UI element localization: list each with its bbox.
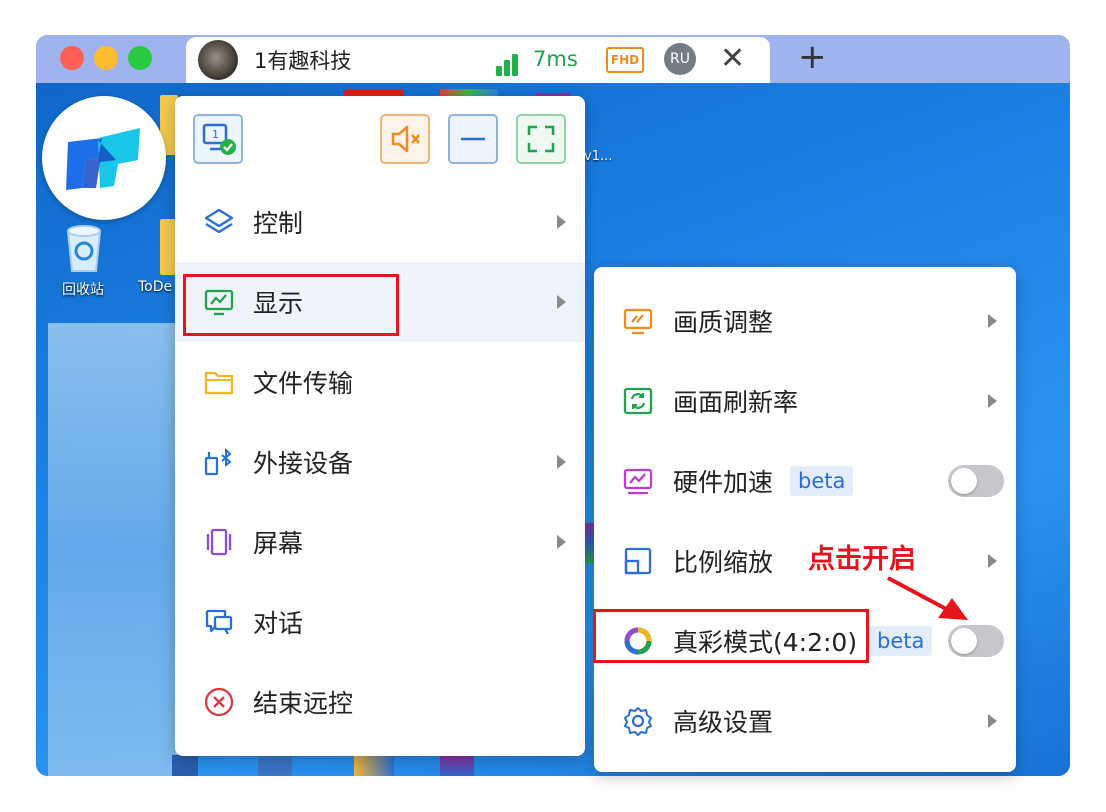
display-submenu: 画质调整 画面刷新率 硬件加速 beta 比例缩放 真彩模式(4:2:0) be…: [593, 267, 1016, 772]
menu-item-chat[interactable]: 对话: [175, 582, 585, 662]
app-desktop-icon[interactable]: [172, 755, 198, 776]
monitor-check-icon: 1: [202, 123, 236, 155]
fullscreen-button[interactable]: [516, 114, 566, 164]
session-tab[interactable]: 1有趣科技 7ms FHD RU ✕: [186, 37, 770, 83]
blurred-region: [48, 323, 178, 776]
hardware-icon: [623, 468, 653, 495]
menu-item-end-remote[interactable]: 结束远控: [175, 662, 585, 742]
quality-badge[interactable]: FHD: [606, 47, 644, 73]
submenu-item-refresh-rate[interactable]: 画面刷新率: [594, 361, 1016, 441]
chevron-right-icon: [557, 215, 566, 229]
minimize-icon: [461, 137, 485, 141]
desktop-icon-label: 回收站: [62, 282, 104, 298]
menu-item-screens[interactable]: 屏幕: [175, 502, 585, 582]
menu-item-control[interactable]: 控制: [175, 182, 585, 262]
hardware-acceleration-toggle[interactable]: [948, 465, 1004, 497]
submenu-item-label: 画面刷新率: [673, 388, 799, 417]
menu-item-label: 对话: [253, 609, 304, 638]
toggle-knob: [951, 468, 977, 494]
menu-item-file-transfer[interactable]: 文件传输: [175, 342, 585, 422]
settings-icon: [624, 707, 652, 736]
quality-icon: [623, 308, 653, 335]
chevron-right-icon: [988, 394, 997, 408]
submenu-item-label: 硬件加速: [673, 468, 774, 497]
desktop-icon-label: v1...: [584, 149, 613, 164]
close-tab-button[interactable]: ✕: [720, 41, 745, 76]
fullscreen-icon: [527, 125, 555, 153]
menu-item-label: 文件传输: [253, 369, 354, 398]
folder-icon: [204, 371, 234, 395]
menu-item-label: 屏幕: [253, 529, 304, 558]
chevron-right-icon: [557, 455, 566, 469]
submenu-item-quality[interactable]: 画质调整: [594, 281, 1016, 361]
submenu-item-label: 画质调整: [673, 308, 774, 337]
menu-item-label: 结束远控: [253, 689, 354, 718]
bluetooth-device-icon: [204, 447, 232, 476]
menu-item-label: 控制: [253, 209, 304, 238]
layers-icon: [204, 208, 234, 234]
logo-icon: [66, 128, 140, 190]
annotation-arrow-icon: [887, 576, 968, 620]
folder-desktop-icon[interactable]: [160, 219, 176, 275]
toggle-knob: [951, 628, 977, 654]
close-window-button[interactable]: [60, 46, 84, 70]
winrar-desktop-icon[interactable]: [440, 755, 474, 776]
minimize-window-button[interactable]: [94, 46, 118, 70]
app-desktop-icon[interactable]: [258, 755, 292, 776]
main-menu: 1 控制 显示 文件传输 外接设备 屏幕 对话 结束远控: [175, 96, 585, 756]
menu-item-external-devices[interactable]: 外接设备: [175, 422, 585, 502]
beta-badge: beta: [869, 626, 933, 656]
signal-icon: [496, 52, 526, 76]
tab-title: 1有趣科技: [254, 49, 352, 73]
menu-item-label: 外接设备: [253, 449, 354, 478]
refresh-icon: [623, 387, 653, 415]
submenu-item-hardware-acceleration[interactable]: 硬件加速 beta: [594, 441, 1016, 521]
zoom-window-button[interactable]: [128, 46, 152, 70]
submenu-item-label: 比例缩放: [673, 548, 774, 577]
user-avatar[interactable]: RU: [664, 43, 696, 75]
chevron-right-icon: [988, 714, 997, 728]
submenu-item-label: 高级设置: [673, 708, 774, 737]
chevron-right-icon: [557, 295, 566, 309]
chat-icon: [205, 609, 233, 635]
highlight-box-true-color: [593, 609, 869, 663]
latency-value: 7ms: [533, 47, 578, 71]
screens-icon: [206, 528, 232, 556]
switch-monitor-button[interactable]: 1: [193, 114, 243, 164]
scale-icon: [624, 547, 652, 575]
new-tab-button[interactable]: +: [798, 37, 827, 77]
svg-text:1: 1: [212, 128, 219, 141]
chevron-right-icon: [557, 535, 566, 549]
mute-icon: [391, 125, 420, 153]
chevron-right-icon: [988, 554, 997, 568]
submenu-item-advanced[interactable]: 高级设置: [594, 681, 1016, 761]
minimize-button[interactable]: [448, 114, 498, 164]
close-circle-icon: [204, 687, 234, 717]
chevron-right-icon: [988, 314, 997, 328]
desktop-icon-label: ToDe: [138, 279, 173, 295]
recycle-bin-icon[interactable]: [62, 221, 106, 273]
shield-desktop-icon[interactable]: [354, 755, 394, 776]
mute-button[interactable]: [380, 114, 430, 164]
app-logo[interactable]: [42, 96, 166, 220]
title-bar: 1有趣科技 7ms FHD RU ✕ +: [36, 35, 1070, 83]
beta-badge: beta: [790, 466, 854, 496]
highlight-box-display: [183, 274, 399, 336]
avatar: [198, 40, 238, 80]
